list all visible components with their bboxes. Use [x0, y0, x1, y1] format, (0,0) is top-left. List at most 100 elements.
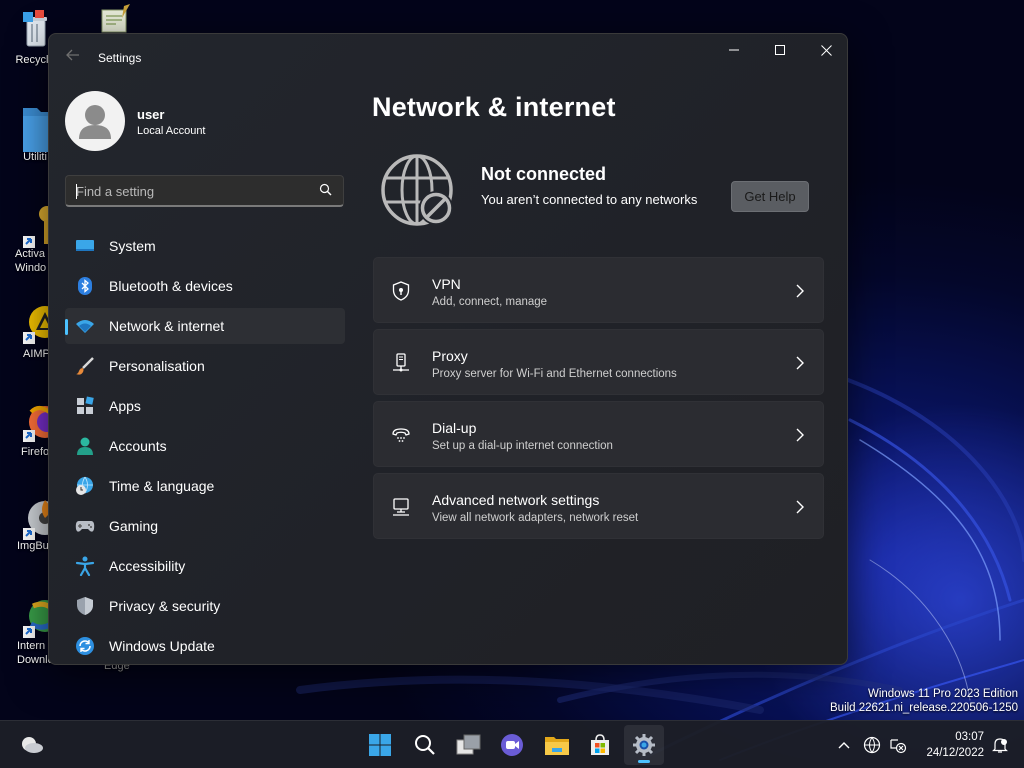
sidebar-item-accessibility[interactable]: Accessibility [65, 548, 345, 584]
settings-card-proxy[interactable]: Proxy Proxy server for Wi-Fi and Etherne… [373, 329, 824, 395]
sidebar-item-label: Windows Update [109, 638, 215, 654]
sidebar-item-accounts[interactable]: Accounts [65, 428, 345, 464]
maximize-button[interactable] [757, 34, 803, 66]
store-button[interactable] [580, 725, 620, 765]
user-avatar-icon [79, 105, 111, 139]
sidebar-item-label: Privacy & security [109, 598, 221, 614]
card-subtitle: Proxy server for Wi-Fi and Ethernet conn… [432, 368, 677, 380]
vpn-shield-icon [392, 281, 410, 301]
bluetooth-icon [78, 277, 92, 295]
file-explorer-icon [545, 737, 569, 755]
sidebar-item-label: Network & internet [109, 318, 225, 334]
chevron-right-icon [796, 428, 804, 442]
settings-icon [633, 734, 655, 756]
sidebar-item-windows-update[interactable]: Windows Update [65, 628, 345, 664]
taskbar: 03:07 24/12/2022 [0, 720, 1024, 768]
proxy-icon [393, 353, 409, 372]
settings-card-vpn[interactable]: VPN Add, connect, manage [373, 257, 824, 323]
connection-status-title: Not connected [481, 164, 607, 184]
notifications-button[interactable] [988, 721, 1012, 768]
search-icon [415, 735, 435, 755]
store-icon [591, 734, 609, 755]
chat-button[interactable] [492, 725, 532, 765]
card-title: VPN [432, 276, 461, 292]
chevron-right-icon [796, 500, 804, 514]
settings-window: Settings user Local Account System Bluet… [48, 33, 848, 665]
network-adapter-icon [393, 498, 409, 516]
brush-icon [76, 357, 94, 375]
sidebar-item-privacy-security[interactable]: Privacy & security [65, 588, 345, 624]
weather-cloud-icon [22, 737, 43, 753]
update-icon [76, 637, 94, 655]
globe-disconnected-icon [381, 154, 453, 226]
network-disconnected-icon [890, 739, 907, 754]
settings-card-advanced-network[interactable]: Advanced network settings View all netwo… [373, 473, 824, 539]
globe-clock-icon [76, 476, 93, 495]
notification-bell-icon [992, 738, 1008, 753]
clock-date: 24/12/2022 [926, 747, 984, 759]
sidebar-item-time-language[interactable]: Time & language [65, 468, 345, 504]
start-button[interactable] [360, 725, 400, 765]
gamepad-icon [75, 521, 95, 532]
watermark-edition: Windows 11 Pro 2023 Edition [867, 688, 1018, 700]
sidebar-item-label: Personalisation [109, 358, 205, 374]
sidebar-item-network-internet[interactable]: Network & internet [65, 308, 345, 344]
person-icon [77, 437, 93, 455]
sidebar-item-label: Accessibility [109, 558, 186, 574]
sidebar-item-label: Gaming [109, 518, 159, 534]
tray-app-button[interactable] [860, 721, 884, 768]
arrow-left-icon [66, 49, 79, 61]
card-subtitle: Set up a dial-up internet connection [432, 440, 613, 452]
card-title: Advanced network settings [432, 492, 600, 508]
settings-card-dial-up[interactable]: Dial-up Set up a dial-up internet connec… [373, 401, 824, 467]
chevron-right-icon [796, 284, 804, 298]
back-button[interactable] [63, 48, 83, 68]
close-icon [820, 44, 832, 56]
accessibility-icon [75, 556, 95, 576]
card-title: Dial-up [432, 420, 477, 436]
dialup-icon [392, 428, 410, 442]
settings-cards: VPN Add, connect, manage Proxy Proxy ser… [373, 257, 824, 545]
shield-icon [77, 597, 93, 615]
taskbar-search-button[interactable] [405, 725, 445, 765]
watermark-build: Build 22621.ni_release.220506-1250 [830, 702, 1018, 714]
close-button[interactable] [803, 34, 847, 66]
user-name: user [137, 107, 165, 122]
task-view-icon [456, 734, 481, 755]
maximize-icon [775, 45, 785, 55]
sidebar-item-system[interactable]: System [65, 228, 345, 264]
avatar[interactable] [65, 91, 125, 151]
text-caret [76, 184, 77, 199]
minimize-button[interactable] [711, 34, 757, 66]
minimize-icon [729, 49, 739, 51]
title-bar[interactable]: Settings [49, 34, 847, 82]
sidebar-item-gaming[interactable]: Gaming [65, 508, 345, 544]
apps-icon [77, 396, 94, 414]
sidebar-item-personalisation[interactable]: Personalisation [65, 348, 345, 384]
connection-status-subtitle: You aren’t connected to any networks [481, 192, 698, 207]
sidebar-nav: System Bluetooth & devices Network & int… [65, 228, 345, 664]
card-subtitle: View all network adapters, network reset [432, 512, 639, 524]
page-title: Network & internet [372, 92, 616, 122]
get-help-button[interactable]: Get Help [731, 181, 809, 212]
sidebar-item-apps[interactable]: Apps [65, 388, 345, 424]
task-view-button[interactable] [449, 725, 489, 765]
sidebar-item-label: Time & language [109, 478, 215, 494]
widgets-button[interactable] [12, 725, 52, 765]
sidebar-item-bluetooth-devices[interactable]: Bluetooth & devices [65, 268, 345, 304]
card-subtitle: Add, connect, manage [432, 296, 548, 308]
taskbar-clock[interactable]: 03:07 24/12/2022 [912, 729, 984, 761]
card-title: Proxy [432, 348, 468, 364]
network-status-button[interactable] [886, 721, 910, 768]
show-hidden-icons-button[interactable] [832, 721, 856, 768]
search-box[interactable] [65, 175, 344, 207]
file-explorer-button[interactable] [537, 725, 577, 765]
clock-time: 03:07 [955, 731, 984, 743]
sidebar-item-label: Accounts [109, 438, 167, 454]
search-icon[interactable] [319, 183, 333, 197]
chat-icon [501, 734, 523, 756]
search-input[interactable] [76, 182, 306, 200]
chevron-right-icon [796, 356, 804, 370]
settings-taskbar-button[interactable] [624, 725, 664, 765]
windows-edition-watermark: Windows 11 Pro 2023 Edition Build 22621.… [830, 687, 1018, 715]
